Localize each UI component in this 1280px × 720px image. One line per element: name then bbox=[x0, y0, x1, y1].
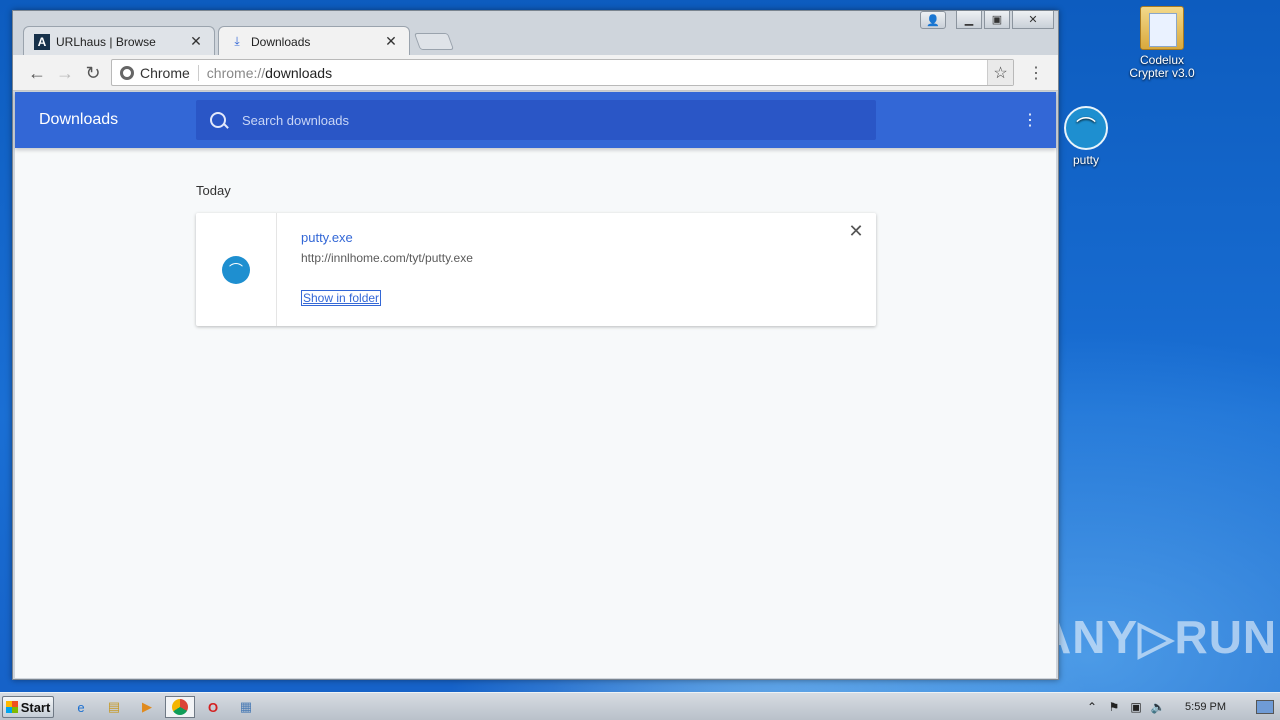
window-controls: 👤 ▁ ▣ ✕ bbox=[920, 11, 1054, 29]
system-tray: ⌃ ⚑ ▣ 🔈 5:59 PM bbox=[1081, 693, 1280, 720]
maximize-button[interactable]: ▣ bbox=[984, 11, 1010, 29]
urlhaus-favicon-icon: A bbox=[34, 33, 50, 50]
start-label: Start bbox=[20, 699, 51, 715]
archive-tool-icon[interactable]: ▦ bbox=[231, 696, 261, 718]
remove-item-close-icon[interactable]: ✕ bbox=[846, 221, 866, 241]
forward-arrow-icon[interactable]: → bbox=[53, 61, 77, 85]
file-icon-column: ⌒ bbox=[196, 213, 277, 326]
downloads-header: Downloads ⋮ bbox=[15, 92, 1056, 148]
search-icon[interactable] bbox=[210, 112, 226, 128]
putty-file-icon: ⌒ bbox=[222, 255, 250, 284]
action-center-flag-icon[interactable]: ⚑ bbox=[1103, 700, 1125, 714]
taskbar: Start e ▤ ▶ O ▦ ⌃ ⚑ ▣ 🔈 5:59 PM bbox=[0, 692, 1280, 720]
page-title: Downloads bbox=[39, 111, 119, 128]
bookmark-star-icon[interactable]: ☆ bbox=[987, 60, 1013, 85]
volume-icon[interactable]: 🔈 bbox=[1147, 700, 1169, 714]
show-in-folder-button[interactable]: Show in folder bbox=[301, 290, 382, 306]
browser-toolbar: ← → ↻ Chrome chrome:// downloads ☆ ⋮ bbox=[13, 55, 1058, 91]
file-name-link[interactable]: putty.exe bbox=[301, 230, 353, 245]
tab-title: Downloads bbox=[251, 34, 311, 49]
window-close-button[interactable]: ✕ bbox=[1012, 11, 1054, 29]
chrome-page-icon bbox=[120, 65, 134, 80]
opera-icon[interactable]: O bbox=[198, 696, 228, 718]
url-host: downloads bbox=[265, 64, 333, 81]
address-bar[interactable]: Chrome chrome:// downloads ☆ bbox=[111, 59, 1014, 86]
desktop-icon-putty[interactable]: ⌒ putty bbox=[1051, 106, 1121, 167]
browser-menu-icon[interactable]: ⋮ bbox=[1028, 61, 1044, 85]
media-player-icon[interactable]: ▶ bbox=[132, 696, 162, 718]
tab-title: URLhaus | Browse bbox=[56, 34, 156, 49]
back-arrow-icon[interactable]: ← bbox=[25, 61, 49, 85]
minimize-button[interactable]: ▁ bbox=[956, 11, 982, 29]
show-hidden-icons-icon[interactable]: ⌃ bbox=[1081, 700, 1103, 714]
download-favicon-icon: ⤓ bbox=[234, 34, 240, 48]
show-desktop-icon[interactable] bbox=[1256, 700, 1274, 714]
start-button[interactable]: Start bbox=[2, 696, 54, 718]
scheme-label: Chrome bbox=[140, 64, 199, 81]
downloads-page: Downloads ⋮ Today ⌒ putty.exe http://inn… bbox=[15, 92, 1056, 678]
new-tab-button[interactable] bbox=[413, 33, 455, 50]
tab-downloads[interactable]: ⤓ Downloads ✕ bbox=[218, 26, 410, 56]
user-icon[interactable]: 👤 bbox=[920, 11, 946, 29]
putty-icon: ⌒ bbox=[1064, 106, 1108, 150]
windows-logo-icon bbox=[5, 701, 18, 713]
search-input[interactable] bbox=[242, 112, 842, 128]
browser-window: A URLhaus | Browse ✕ ⤓ Downloads ✕ 👤 ▁ ▣… bbox=[12, 10, 1059, 680]
url-prefix: chrome:// bbox=[206, 64, 266, 81]
clock[interactable]: 5:59 PM bbox=[1185, 701, 1226, 713]
close-icon[interactable]: ✕ bbox=[188, 33, 204, 50]
folder-icon bbox=[1140, 6, 1184, 50]
section-date: Today bbox=[196, 183, 231, 198]
tab-urlhaus[interactable]: A URLhaus | Browse ✕ bbox=[23, 26, 215, 56]
close-icon[interactable]: ✕ bbox=[383, 33, 399, 50]
chrome-icon bbox=[172, 699, 188, 715]
search-box bbox=[196, 100, 876, 140]
title-bar: A URLhaus | Browse ✕ ⤓ Downloads ✕ 👤 ▁ ▣… bbox=[13, 11, 1058, 56]
file-explorer-icon[interactable]: ▤ bbox=[99, 696, 129, 718]
network-icon[interactable]: ▣ bbox=[1125, 700, 1147, 714]
desktop-icon-codelux[interactable]: Codelux Crypter v3.0 bbox=[1127, 6, 1197, 80]
desktop-icon-label: Codelux Crypter v3.0 bbox=[1129, 53, 1195, 80]
more-options-icon[interactable]: ⋮ bbox=[1022, 110, 1038, 130]
chrome-taskbar-icon[interactable] bbox=[165, 696, 195, 718]
desktop-icon-label: putty bbox=[1072, 153, 1099, 167]
reload-icon[interactable]: ↻ bbox=[81, 61, 105, 85]
watermark: ANY▷RUN bbox=[1038, 611, 1278, 663]
internet-explorer-icon[interactable]: e bbox=[66, 696, 96, 718]
file-url: http://innlhome.com/tyt/putty.exe bbox=[301, 251, 473, 265]
download-item: ⌒ putty.exe http://innlhome.com/tyt/putt… bbox=[196, 213, 876, 326]
